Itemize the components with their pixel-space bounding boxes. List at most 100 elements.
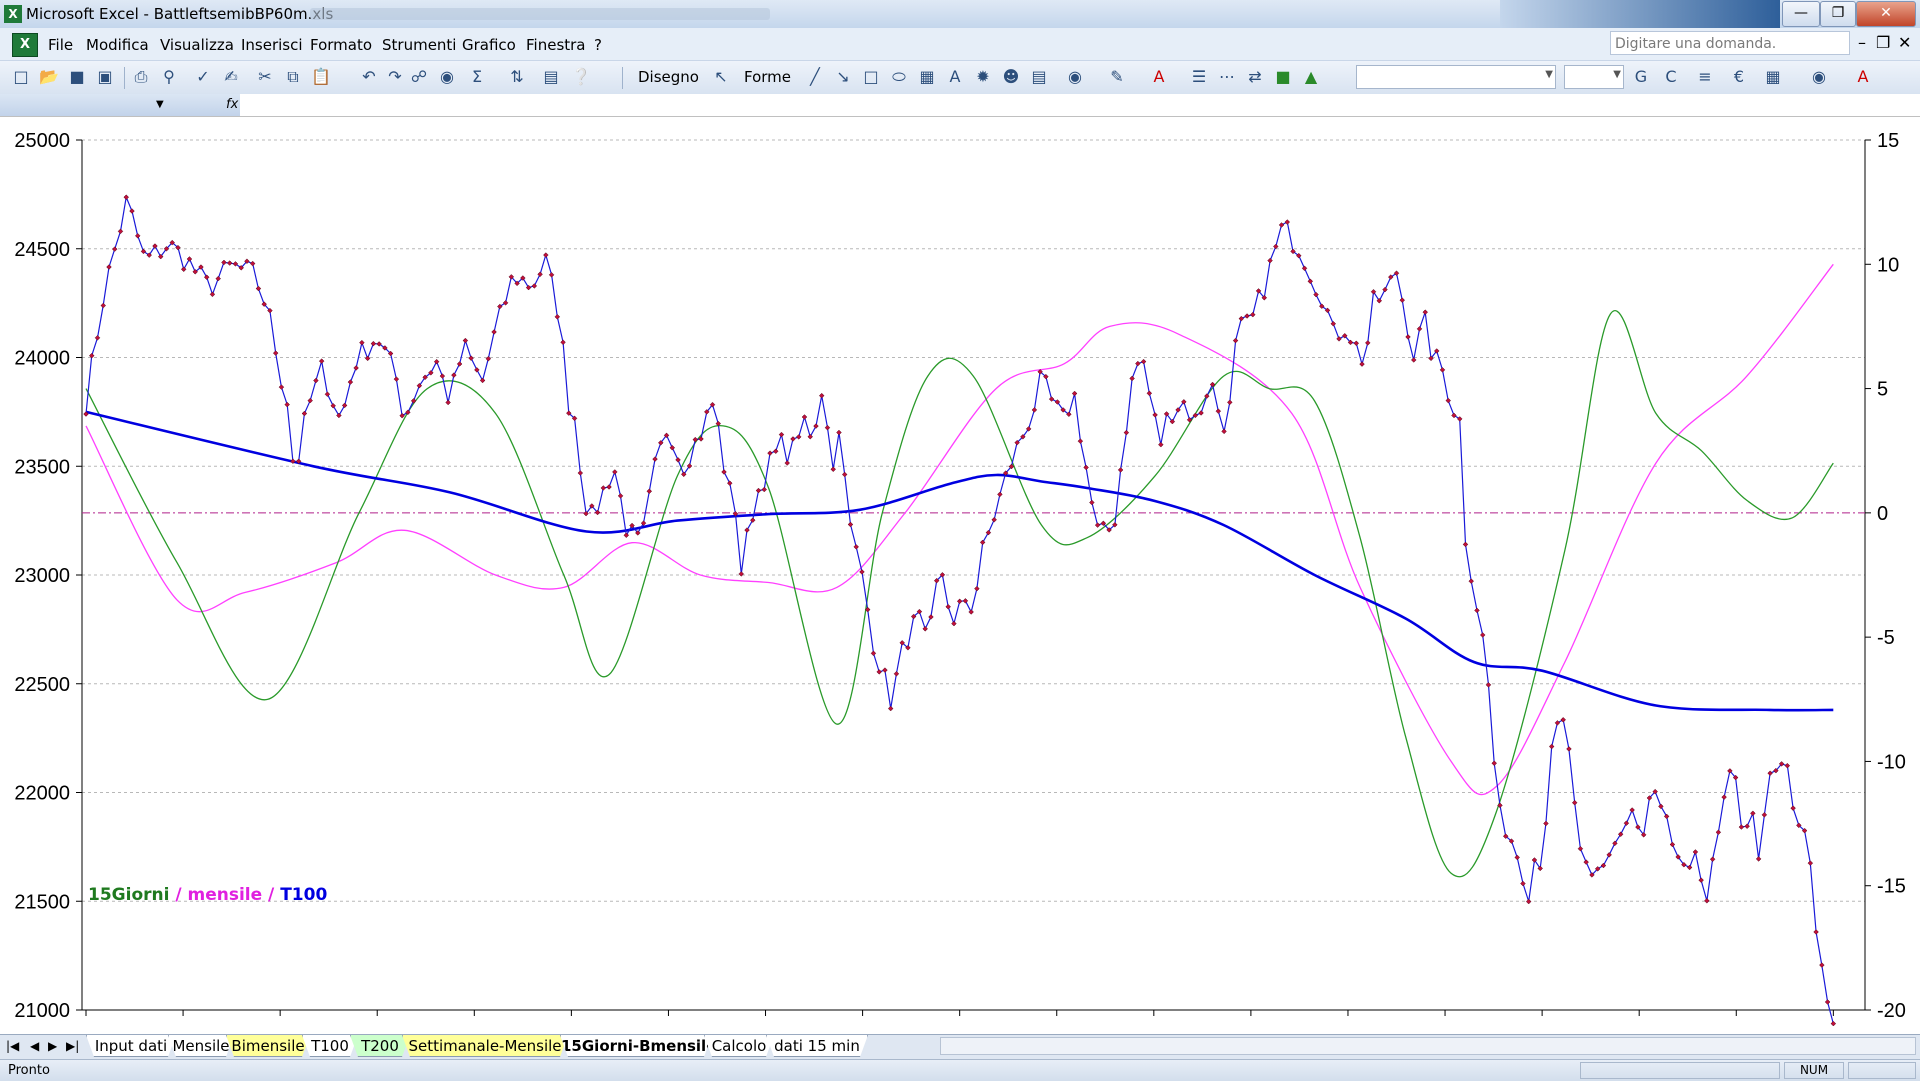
spelling-icon[interactable]: ✓ <box>192 66 214 88</box>
chart-area[interactable]: 25000 24500 24000 23500 23000 22500 22000 21500… <box>0 117 1920 1035</box>
3d-icon[interactable]: ▲ <box>1300 66 1322 88</box>
clipart-icon[interactable]: ☻ <box>1000 66 1022 88</box>
select-objects-icon[interactable]: ↖ <box>710 66 732 88</box>
wordart-icon[interactable]: A <box>944 66 966 88</box>
sheet-tab[interactable]: Mensile <box>168 1035 234 1057</box>
sheet-tab[interactable]: dati 15 min <box>766 1035 868 1057</box>
cell-fill-icon[interactable]: ◉ <box>1808 66 1830 88</box>
diagram-icon[interactable]: ✹ <box>972 66 994 88</box>
picture-icon[interactable]: ▤ <box>1028 66 1050 88</box>
fill-color-icon[interactable]: ◉ <box>1064 66 1086 88</box>
arrow-icon[interactable]: ↘ <box>832 66 854 88</box>
help-icon[interactable]: ❔ <box>570 66 592 88</box>
price-marker <box>778 431 785 438</box>
font-size-combo[interactable]: ▼ <box>1564 65 1624 89</box>
euro-icon[interactable]: € <box>1728 66 1750 88</box>
close-button[interactable]: ✕ <box>1856 1 1916 27</box>
print-icon[interactable]: ⎙ <box>130 66 152 88</box>
undo-icon[interactable]: ↶ <box>358 66 380 88</box>
textbox-icon[interactable]: ▦ <box>916 66 938 88</box>
arrow-style-icon[interactable]: ⇄ <box>1244 66 1266 88</box>
draw-menu-button[interactable]: Disegno <box>638 68 699 86</box>
horizontal-scrollbar[interactable] <box>940 1037 1916 1055</box>
name-box[interactable]: ▼ fx <box>0 94 240 116</box>
align-icon[interactable]: ≡ <box>1694 66 1716 88</box>
shadow-icon[interactable]: ■ <box>1272 66 1294 88</box>
sort-icon[interactable]: ⇅ <box>506 66 528 88</box>
line-style-icon[interactable]: ☰ <box>1188 66 1210 88</box>
sheet-tab[interactable]: T200 <box>350 1035 410 1057</box>
copy-icon[interactable]: ⧉ <box>282 66 304 88</box>
redo-icon[interactable]: ↷ <box>384 66 406 88</box>
workbook-icon[interactable]: X <box>12 33 38 57</box>
autoshapes-menu-button[interactable]: Forme <box>744 68 791 86</box>
open-icon[interactable]: 📂 <box>38 66 60 88</box>
menu-finestra[interactable]: Finestra <box>526 36 586 54</box>
sheet-tab[interactable]: Calcolo <box>704 1035 774 1057</box>
price-marker <box>1244 313 1250 319</box>
menu-formato[interactable]: Formato <box>310 36 372 54</box>
line-icon[interactable]: ╱ <box>804 66 826 88</box>
research-icon[interactable]: ✍ <box>220 66 242 88</box>
price-marker <box>1313 291 1319 298</box>
permission-icon[interactable]: ▣ <box>94 66 116 88</box>
prev-sheet-icon[interactable]: ◀ <box>30 1039 39 1053</box>
first-sheet-icon[interactable]: |◀ <box>6 1039 19 1053</box>
text-color-icon[interactable]: A <box>1852 66 1874 88</box>
price-marker <box>284 401 290 408</box>
last-sheet-icon[interactable]: ▶| <box>66 1039 79 1053</box>
new-icon[interactable]: □ <box>10 66 32 88</box>
dash-style-icon[interactable]: ⋯ <box>1216 66 1238 88</box>
borders-icon[interactable]: ▦ <box>1762 66 1784 88</box>
price-marker <box>1491 760 1497 766</box>
minimize-button[interactable]: — <box>1782 1 1820 27</box>
next-sheet-icon[interactable]: ▶ <box>48 1039 57 1053</box>
price-marker <box>1543 820 1549 827</box>
help-question-input[interactable]: Digitare una domanda. <box>1610 31 1850 55</box>
sheet-tab[interactable]: T100 <box>302 1035 358 1057</box>
menu-file[interactable]: File <box>48 36 73 54</box>
print-preview-icon[interactable]: ⚲ <box>158 66 180 88</box>
menu-inserisci[interactable]: Inserisci <box>241 36 303 54</box>
price-marker <box>451 372 457 378</box>
font-color-icon[interactable]: A <box>1148 66 1170 88</box>
price-marker <box>646 488 653 495</box>
rectangle-icon[interactable]: □ <box>860 66 882 88</box>
chart-wizard-icon[interactable]: ▤ <box>540 66 562 88</box>
paste-icon[interactable]: 📋 <box>310 66 332 88</box>
globe-icon[interactable]: ◉ <box>436 66 458 88</box>
price-marker <box>617 493 624 499</box>
autosum-icon[interactable]: Σ <box>466 66 488 88</box>
chevron-down-icon[interactable]: ▼ <box>156 99 164 110</box>
menu-help[interactable]: ? <box>594 36 602 54</box>
menu-modifica[interactable]: Modifica <box>86 36 149 54</box>
sheet-tab[interactable]: Settimanale-Mensile <box>402 1035 568 1057</box>
price-marker <box>962 598 969 604</box>
cut-icon[interactable]: ✂ <box>254 66 276 88</box>
menu-visualizza[interactable]: Visualizza <box>160 36 234 54</box>
workbook-close-button[interactable]: ✕ <box>1898 33 1911 52</box>
maximize-button[interactable]: ❐ <box>1820 1 1856 27</box>
excel-app-icon[interactable]: X <box>4 5 22 23</box>
price-marker <box>922 626 928 632</box>
bold-icon[interactable]: G <box>1630 66 1652 88</box>
sheet-tab[interactable]: Input dati <box>86 1035 176 1057</box>
menu-strumenti[interactable]: Strumenti <box>382 36 456 54</box>
price-marker <box>1221 428 1227 435</box>
price-marker <box>1606 852 1612 858</box>
italic-icon[interactable]: C <box>1660 66 1682 88</box>
workbook-minimize-button[interactable]: – <box>1858 33 1866 52</box>
save-icon[interactable]: ■ <box>66 66 88 88</box>
hyperlink-icon[interactable]: ☍ <box>408 66 430 88</box>
legend-sep: / <box>169 885 188 905</box>
line-color-icon[interactable]: ✎ <box>1106 66 1128 88</box>
function-icon[interactable]: fx <box>226 97 238 112</box>
mensile-series-line <box>85 263 1834 796</box>
sheet-tab[interactable]: Bimensile <box>226 1035 310 1057</box>
menu-grafico[interactable]: Grafico <box>462 36 516 54</box>
workbook-restore-button[interactable]: ❐ <box>1876 33 1890 52</box>
oval-icon[interactable]: ⬭ <box>888 66 910 88</box>
sheet-tab[interactable]: 15Giorni-Bmensile <box>560 1035 712 1057</box>
font-name-combo[interactable]: ▼ <box>1356 65 1556 89</box>
price-marker <box>1146 390 1153 397</box>
